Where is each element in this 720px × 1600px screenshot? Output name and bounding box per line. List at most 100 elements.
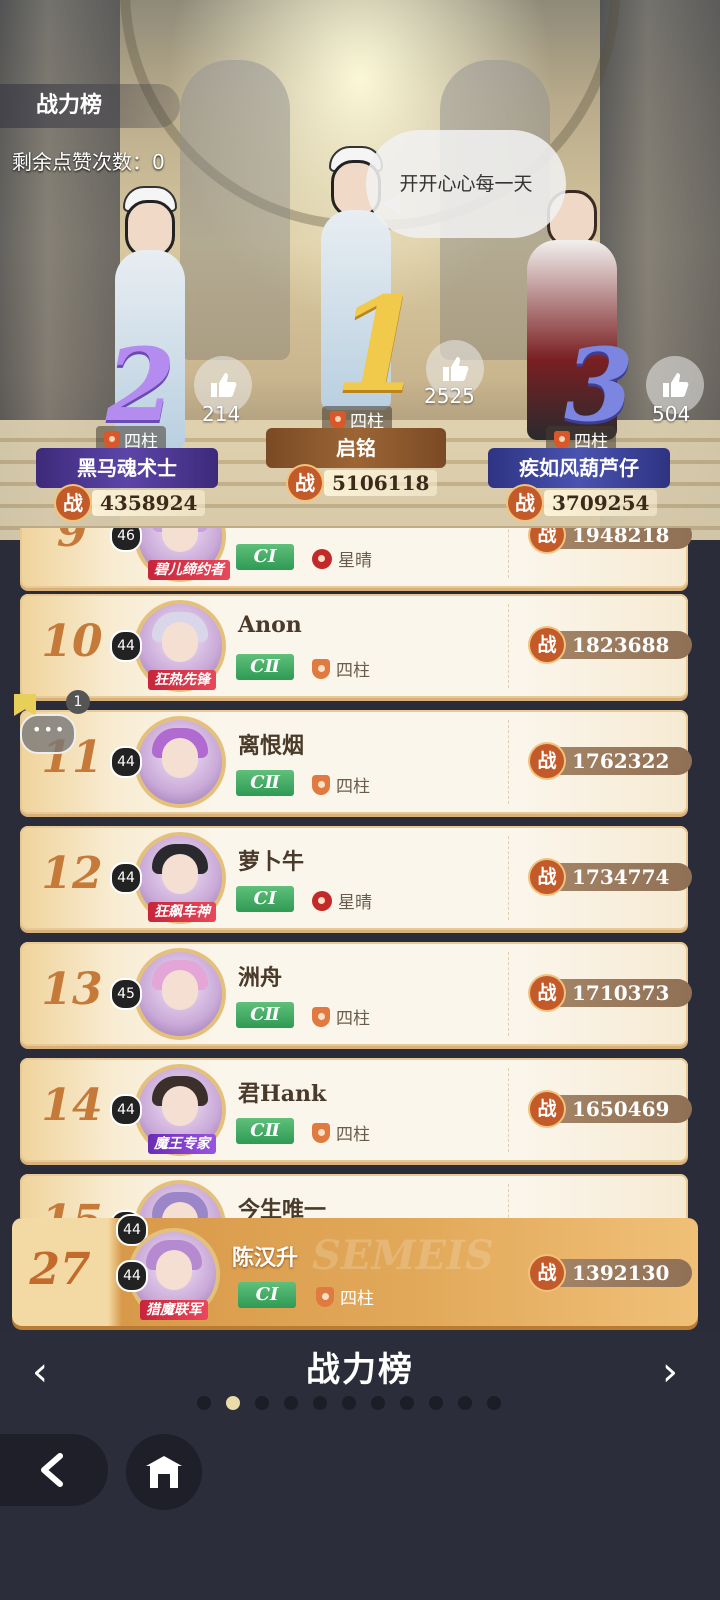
player-name: 离恨烟: [238, 733, 305, 759]
table-row[interactable]: 13 45 洲舟 CⅡ 四柱 战 1710373: [20, 942, 692, 1046]
guild-label: 四柱: [336, 661, 370, 681]
page-dot[interactable]: [342, 1396, 356, 1410]
speech-bubble: 开开心心每一天: [366, 130, 566, 238]
rank1-name[interactable]: 启铭: [266, 428, 446, 468]
chat-button[interactable]: 1: [14, 690, 90, 754]
player-avatar[interactable]: [134, 948, 226, 1040]
rank2-power: 战 4358924: [56, 486, 206, 520]
rank-number: 14: [41, 1080, 103, 1131]
power-value: 3709254: [544, 490, 658, 516]
power-icon: 战: [530, 744, 564, 778]
title-badge: 魔王专家: [148, 1134, 216, 1154]
power-icon: 战: [530, 1092, 564, 1126]
page-title: 战力榜: [0, 84, 180, 128]
my-tier: CⅠ: [238, 1282, 296, 1308]
home-button[interactable]: [126, 1434, 202, 1510]
guild-label: 四柱: [340, 1289, 374, 1309]
page-dot[interactable]: [487, 1396, 501, 1410]
back-button[interactable]: [0, 1434, 108, 1506]
power: 战 1762322: [530, 744, 692, 778]
power-icon: 战: [530, 1256, 564, 1290]
my-power: 战 1392130: [530, 1256, 692, 1290]
divider: [508, 1068, 510, 1152]
home-icon: [146, 1456, 182, 1488]
ranking-list[interactable]: 9 46 碧儿缔约者 CⅠ 星晴战 1948218 10 44 狂热先锋 Anon CⅡ 四柱战 182…: [0, 528, 720, 1218]
tier-badge: CⅡ: [236, 1118, 294, 1144]
tier-badge: CⅡ: [236, 770, 294, 796]
page-indicator[interactable]: [197, 1396, 501, 1410]
power-value: 1823688: [558, 631, 692, 659]
thumbs-up-icon: [663, 373, 689, 397]
guild: 星晴: [312, 888, 372, 913]
table-row[interactable]: 11 44 离恨烟 CⅡ 四柱战 1762322: [20, 710, 692, 814]
my-rank-row[interactable]: 27 SEMEIS 44 44 猎魔联军 陈汉升 CⅠ 四柱 战 1392130: [12, 1214, 698, 1326]
guild: 四柱: [312, 1004, 370, 1029]
my-avatar-level: 44: [116, 1260, 148, 1292]
power-icon: 战: [508, 486, 542, 520]
power: 战 1650469: [530, 1092, 692, 1126]
page-dot[interactable]: [371, 1396, 385, 1410]
board-title: 战力榜: [306, 1350, 414, 1390]
player-avatar[interactable]: [134, 716, 226, 808]
power-value: 1948218: [558, 528, 692, 549]
guild-shield-icon: [104, 430, 120, 449]
player-avatar[interactable]: [134, 1180, 226, 1218]
power-icon: 战: [56, 486, 90, 520]
power-icon: 战: [530, 860, 564, 894]
chat-unread-badge: 1: [66, 690, 90, 714]
rank-number: 12: [41, 848, 103, 899]
player-name: Anon: [238, 612, 302, 638]
page-dot[interactable]: [313, 1396, 327, 1410]
collapse-flag-icon[interactable]: [14, 694, 36, 716]
my-name: 陈汉升: [232, 1245, 299, 1271]
guild-shield-icon: [316, 1286, 334, 1307]
my-rank: 27: [29, 1244, 91, 1295]
watermark: SEMEIS: [312, 1232, 494, 1279]
table-row[interactable]: 14 44 魔王专家 君Hank CⅡ 四柱 战 1650469: [20, 1058, 692, 1162]
guild: 四柱: [312, 772, 370, 797]
my-guild: 四柱: [316, 1284, 374, 1309]
page-dot[interactable]: [284, 1396, 298, 1410]
like-count-rank2: 214: [202, 402, 241, 426]
power: 战 1823688: [530, 628, 692, 662]
page-dot[interactable]: [197, 1396, 211, 1410]
player-name: 萝卜牛: [238, 849, 305, 875]
fire-icon: [312, 548, 332, 569]
divider: [508, 836, 510, 920]
rank2-name[interactable]: 黑马魂术士: [36, 448, 218, 488]
chat-bubble-icon: [20, 714, 76, 754]
thumbs-up-icon: [211, 373, 237, 397]
next-board-arrow[interactable]: ›: [650, 1350, 690, 1394]
power-icon: 战: [530, 628, 564, 662]
shield-icon: [312, 774, 330, 795]
shield-icon: [312, 658, 330, 679]
power: 战 1734774: [530, 860, 692, 894]
rank1-numeral: 1: [334, 268, 425, 421]
level-badge: 44: [110, 746, 142, 778]
power: 战 1710373: [530, 976, 692, 1010]
guild: 四柱: [312, 656, 370, 681]
table-row[interactable]: 1544今生唯一: [20, 1174, 688, 1218]
player-name: 洲舟: [238, 965, 283, 991]
page-dot[interactable]: [458, 1396, 472, 1410]
tier-badge: CⅡ: [236, 1002, 294, 1028]
level-badge: 46: [110, 528, 142, 552]
table-row[interactable]: 12 44 狂飙车神 萝卜牛 CⅠ 星晴 战 1734774: [20, 826, 692, 930]
page-dot[interactable]: [226, 1396, 240, 1410]
guild-label: 星晴: [338, 893, 372, 913]
guild-shield-icon: [330, 410, 346, 429]
my-title-badge: 猎魔联军: [140, 1300, 208, 1320]
table-row[interactable]: 10 44 狂热先锋 Anon CⅡ 四柱 战 1823688: [20, 594, 692, 698]
table-row[interactable]: 9 46 碧儿缔约者 CⅠ 星晴 战 1948218: [20, 528, 692, 588]
divider: [508, 1184, 510, 1218]
rank3-name[interactable]: 疾如风葫芦仔: [488, 448, 670, 488]
player-name: 今生唯一: [238, 1197, 327, 1218]
power-value: 1710373: [558, 979, 692, 1007]
page-dot[interactable]: [429, 1396, 443, 1410]
page-dot[interactable]: [255, 1396, 269, 1410]
power-icon: 战: [288, 466, 322, 500]
page-dot[interactable]: [400, 1396, 414, 1410]
player-name: 君Hank: [238, 1081, 327, 1107]
power-value: 1650469: [558, 1095, 692, 1123]
level-badge: 44: [110, 862, 142, 894]
